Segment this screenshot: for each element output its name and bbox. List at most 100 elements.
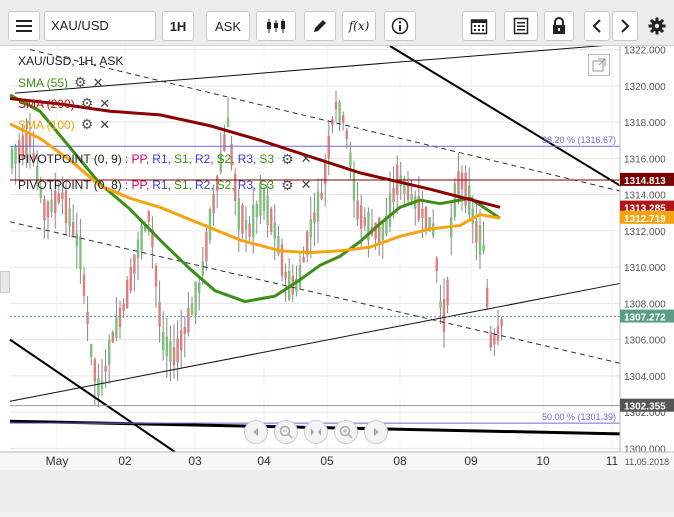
candle-body xyxy=(442,298,446,332)
candle-body xyxy=(194,281,197,316)
candle-body xyxy=(93,359,96,382)
pivot-legend-row: PIVOTPOINT (0, 9): PP, R1, S1, R2, S2, R3, S3 ⚙… xyxy=(18,146,312,172)
candle-body xyxy=(316,191,320,222)
zoom-in-button[interactable] xyxy=(334,420,358,444)
symbol-input[interactable]: XAU/USD xyxy=(44,11,156,41)
indicator-settings-icon[interactable]: ⚙ xyxy=(81,95,94,112)
pivot-label[interactable]: PIVOTPOINT (0, 9) xyxy=(18,152,122,166)
candle-body xyxy=(126,279,129,309)
candle-body xyxy=(147,210,150,222)
y-tick-label: 1322.000 xyxy=(624,46,666,57)
indicators-button[interactable]: f(x) xyxy=(342,11,376,41)
x-tick-label: 03 xyxy=(188,454,202,468)
calendar-button[interactable] xyxy=(462,11,496,41)
candle-body xyxy=(403,178,406,194)
candle-body xyxy=(158,301,161,327)
y-tick-label: 1320.000 xyxy=(624,82,666,93)
candle-body xyxy=(115,316,118,338)
indicator-settings-icon[interactable]: ⚙ xyxy=(74,74,87,91)
candle-body xyxy=(50,199,53,212)
indicator-remove-icon[interactable]: ✕ xyxy=(99,96,110,112)
candle-body xyxy=(410,194,413,200)
candle-body xyxy=(241,205,244,234)
candle-body xyxy=(363,217,366,226)
candle-body xyxy=(187,308,190,333)
indicator-legend-row: SMA (200) ⚙ ✕ xyxy=(18,93,110,114)
price-type-button[interactable]: ASK xyxy=(206,11,250,41)
pivot-label[interactable]: PIVOTPOINT (0, 8) xyxy=(18,178,122,192)
candle-body xyxy=(334,102,338,110)
candle-body xyxy=(266,195,269,225)
price-label: 1314.813 xyxy=(624,176,666,187)
candle-body xyxy=(489,331,492,348)
candle-body xyxy=(226,117,230,127)
indicator-settings-icon[interactable]: ⚙ xyxy=(81,116,94,133)
lock-button[interactable] xyxy=(544,11,574,41)
pivot-settings-icon[interactable]: ⚙ xyxy=(281,151,294,168)
candle-body xyxy=(100,380,104,390)
candle-body xyxy=(208,209,212,241)
settings-button[interactable] xyxy=(644,11,670,41)
chart-type-button[interactable] xyxy=(256,11,296,41)
zoom-out-button[interactable] xyxy=(274,420,298,444)
pen-drawing-icon xyxy=(312,18,328,34)
chart-popout-button[interactable] xyxy=(588,54,610,76)
candle-body xyxy=(381,221,384,241)
candle-body xyxy=(349,152,352,168)
pivot-level-label: S1, xyxy=(173,152,192,166)
candle-body xyxy=(79,236,82,269)
candle-body xyxy=(118,307,122,328)
candle-body xyxy=(439,301,442,308)
pivot-settings-icon[interactable]: ⚙ xyxy=(281,177,294,194)
indicator-remove-icon[interactable]: ✕ xyxy=(93,75,104,91)
hamburger-menu-icon xyxy=(16,19,32,33)
candle-body xyxy=(252,205,255,238)
document-icon xyxy=(513,17,529,35)
pivot-remove-icon[interactable]: ✕ xyxy=(301,177,312,193)
indicator-label[interactable]: SMA (55) xyxy=(18,76,68,90)
scroll-right-button[interactable] xyxy=(612,11,638,41)
indicator-label[interactable]: SMA (200) xyxy=(18,97,75,111)
indicator-legend: SMA (55) ⚙ ✕ SMA (200) ⚙ ✕ SMA (100) ⚙ ✕ xyxy=(18,72,110,135)
price-axis-background xyxy=(620,46,674,452)
fit-button[interactable] xyxy=(304,420,328,444)
drawing-tool-button[interactable] xyxy=(304,11,336,41)
candlestick-chart-icon xyxy=(266,18,286,34)
info-button[interactable] xyxy=(384,11,416,41)
candle-body xyxy=(165,336,168,357)
y-tick-label: 1312.000 xyxy=(624,227,666,238)
candle-body xyxy=(320,192,323,199)
menu-button[interactable] xyxy=(8,11,40,41)
pivot-level-label: : PP, xyxy=(124,152,150,166)
timeframe-button[interactable]: 1H xyxy=(162,11,194,41)
indicator-label[interactable]: SMA (100) xyxy=(18,118,75,132)
scroll-left-button[interactable] xyxy=(584,11,610,41)
calendar-icon xyxy=(470,17,488,35)
notes-button[interactable] xyxy=(504,11,538,41)
pivot-level-label: S2, xyxy=(216,178,235,192)
candle-body xyxy=(190,303,194,316)
candle-body xyxy=(342,114,345,123)
candle-body xyxy=(273,222,276,239)
x-tick-label: May xyxy=(46,454,69,468)
bottom-bar xyxy=(0,470,674,512)
y-tick-label: 1318.000 xyxy=(624,118,666,129)
price-label: 1307.272 xyxy=(624,313,666,324)
pivot-level-label: S3 xyxy=(259,178,275,192)
candle-body xyxy=(352,169,356,201)
nav-last-button[interactable] xyxy=(364,420,388,444)
pivot-remove-icon[interactable]: ✕ xyxy=(301,151,312,167)
y-tick-label: 1310.000 xyxy=(624,263,666,274)
x-tick-label: 09 xyxy=(464,454,478,468)
indicator-remove-icon[interactable]: ✕ xyxy=(99,117,110,133)
candle-body xyxy=(169,340,172,362)
candle-body xyxy=(324,160,327,185)
candle-body xyxy=(482,244,485,252)
nav-first-button[interactable] xyxy=(244,420,268,444)
candle-body xyxy=(86,312,89,324)
candle-body xyxy=(183,326,186,334)
chevron-left-icon xyxy=(245,421,267,443)
chart-area[interactable]: 38.20 % (1316.67) 50.00 % (1301.39) 1300.… xyxy=(0,43,674,512)
candle-body xyxy=(388,193,392,227)
left-collapse-handle[interactable] xyxy=(0,271,10,293)
